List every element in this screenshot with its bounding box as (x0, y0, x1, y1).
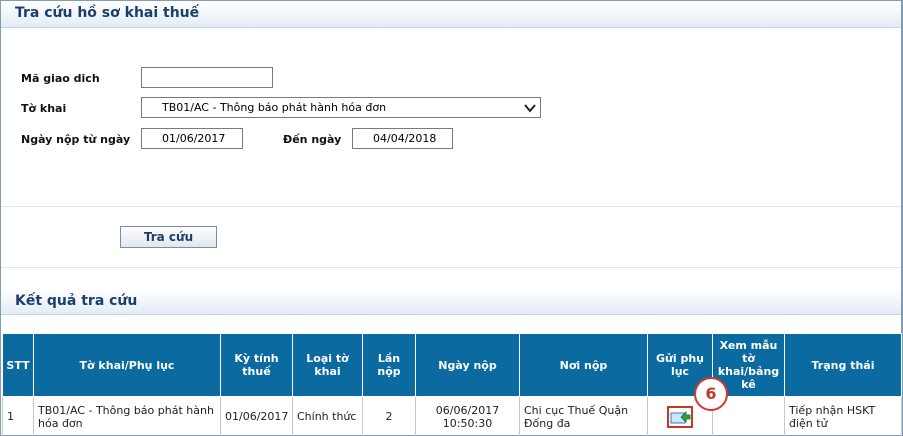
col-loai-to-khai: Loại tờ khai (292, 333, 363, 397)
col-lan-nop: Lần nộp (362, 333, 416, 397)
col-stt: STT (2, 333, 34, 397)
col-to-khai: Tờ khai/Phụ lục (33, 333, 221, 397)
cell-stt: 1 (2, 396, 34, 436)
cell-loai-to-khai: Chính thức (292, 396, 363, 436)
search-section-title: Tra cứu hồ sơ khai thuế (1, 1, 901, 28)
chevron-down-icon (524, 104, 536, 113)
den-ngay-input[interactable] (352, 128, 453, 149)
ma-giao-dich-input[interactable] (141, 67, 273, 88)
table-header-row: STT Tờ khai/Phụ lục Kỳ tính thuế Loại tờ… (2, 333, 902, 397)
den-ngay-label: Đến ngày (283, 133, 342, 146)
results-section-title: Kết quả tra cứu (1, 289, 901, 315)
to-khai-select[interactable]: TB01/AC - Thông báo phát hành hóa đơn (141, 97, 541, 118)
col-noi-nop: Nơi nộp (519, 333, 648, 397)
ngay-nop-time: 10:50:30 (442, 416, 493, 430)
ngay-nop-tu-label: Ngày nộp từ ngày (21, 133, 131, 146)
to-khai-link[interactable]: TB01/AC - Thông báo phát hành hóa đơn (33, 396, 221, 436)
col-ky-tinh-thue: Kỳ tính thuế (220, 333, 293, 397)
to-khai-label: Tờ khai (21, 102, 67, 115)
cell-trang-thai: Tiếp nhận HSKT điện tử (784, 396, 902, 436)
search-button[interactable]: Tra cứu (120, 226, 217, 248)
table-row: 1 TB01/AC - Thông báo phát hành hóa đơn … (2, 396, 902, 436)
divider (1, 267, 901, 268)
cell-lan-nop: 2 (362, 396, 416, 436)
col-ngay-nop: Ngày nộp (415, 333, 520, 397)
ngay-nop-tu-input[interactable] (141, 128, 243, 149)
ngay-nop-date: 06/06/2017 (435, 403, 500, 417)
to-khai-selected-value: TB01/AC - Thông báo phát hành hóa đơn (162, 101, 387, 114)
cell-ky-tinh-thue: 01/06/2017 (220, 396, 293, 436)
cell-noi-nop: Chi cục Thuế Quận Đống đa (519, 396, 648, 436)
send-appendix-icon-graphic (670, 410, 691, 423)
step-badge: 6 (694, 377, 728, 411)
ma-giao-dich-label: Mã giao dich (21, 72, 100, 85)
results-table: STT Tờ khai/Phụ lục Kỳ tính thuế Loại tờ… (2, 333, 902, 436)
divider (1, 206, 901, 207)
cell-ngay-nop: 06/06/2017 10:50:30 (415, 396, 520, 436)
col-trang-thai: Trạng thái (784, 333, 902, 397)
send-appendix-icon[interactable] (667, 405, 693, 428)
